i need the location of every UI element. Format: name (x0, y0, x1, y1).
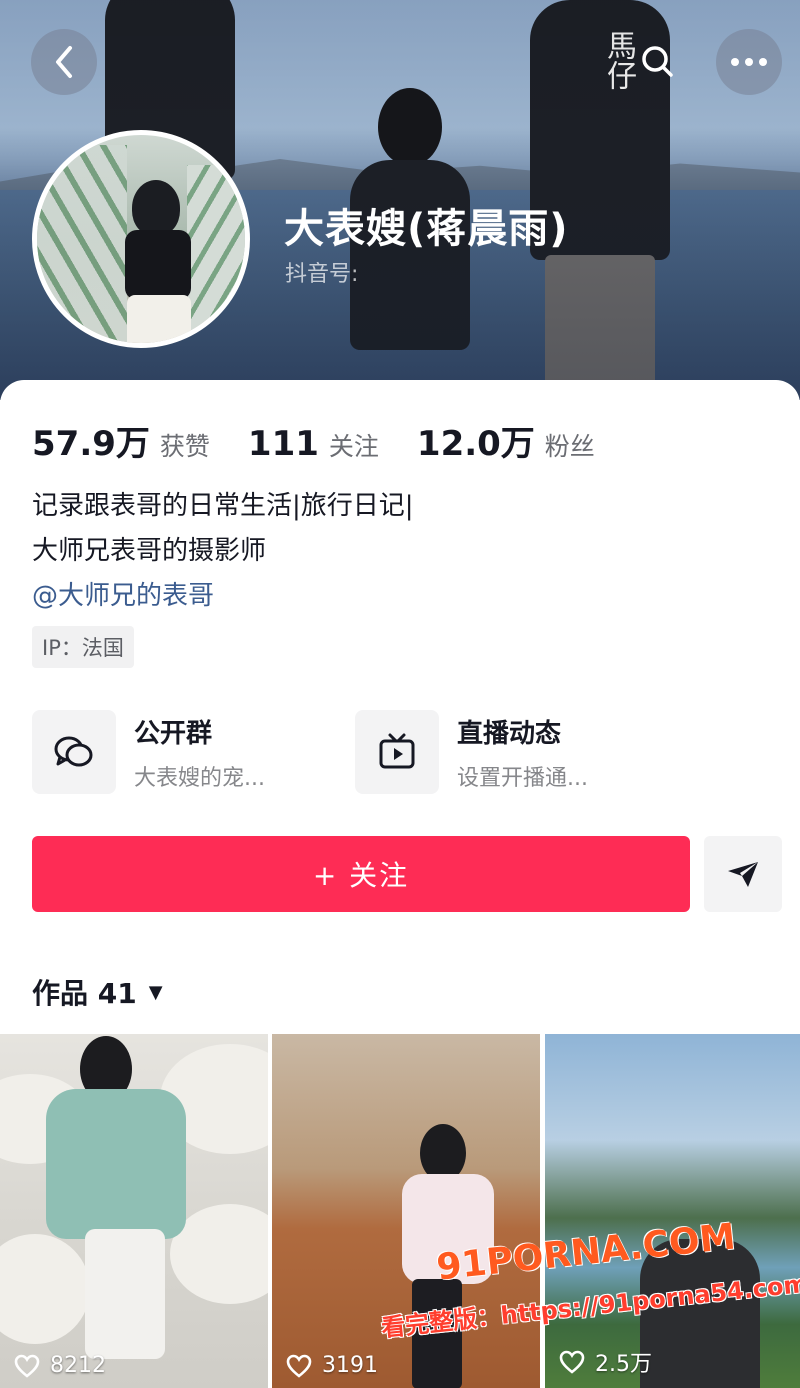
douyin-id: 抖音号: (285, 262, 359, 287)
heart-icon (286, 1354, 312, 1378)
stat-label: 获赞 (159, 432, 210, 461)
like-count-value: 3191 (322, 1353, 378, 1378)
follow-button[interactable]: + 关注 (32, 836, 690, 912)
bio-mention-link[interactable]: @大师兄的表哥 (32, 574, 414, 619)
works-tab-label: 作品 41 (32, 977, 137, 1010)
search-icon (642, 46, 673, 77)
bio-line: 记录跟表哥的日常生活|旅行日记| (32, 491, 414, 521)
avatar[interactable] (32, 130, 250, 348)
like-count-value: 2.5万 (595, 1352, 652, 1377)
stat-value: 57.9万 (32, 424, 150, 464)
feature-subtitle: 设置开播通... (457, 765, 588, 791)
send-icon (728, 862, 758, 887)
chevron-left-icon (56, 46, 72, 78)
public-group-entry[interactable]: 公开群 大表嫂的宠... (32, 710, 265, 794)
stat-value: 12.0万 (416, 424, 535, 464)
bio: 记录跟表哥的日常生活|旅行日记| 大师兄表哥的摄影师 @大师兄的表哥 (32, 484, 414, 619)
stat-value: 111 (247, 424, 319, 464)
live-updates-entry[interactable]: 直播动态 设置开播通... (355, 710, 588, 794)
video-thumbnail[interactable]: 8212 (0, 1034, 268, 1388)
ip-location-tag: IP：法国 (32, 626, 134, 668)
group-chat-icon (32, 710, 116, 794)
share-button[interactable] (704, 836, 782, 912)
profile-name: 大表嫂(蒋晨雨) (284, 206, 569, 252)
tab-works[interactable]: 作品 41 ▼ (32, 972, 163, 1012)
stat-followers[interactable]: 12.0万 粉丝 (417, 416, 595, 465)
stat-label: 粉丝 (544, 432, 595, 461)
more-dots-icon (731, 58, 767, 66)
feature-title: 直播动态 (457, 718, 562, 749)
like-count: 8212 (14, 1353, 106, 1378)
search-button[interactable] (625, 29, 691, 95)
video-thumbnail[interactable]: 2.5万 (545, 1034, 800, 1388)
feature-subtitle: 大表嫂的宠... (134, 765, 265, 791)
tv-icon (355, 710, 439, 794)
like-count: 3191 (286, 1353, 378, 1378)
stat-likes: 57.9万 获赞 (32, 416, 210, 465)
stats-row: 57.9万 获赞 111 关注 12.0万 粉丝 (32, 416, 633, 465)
bio-line: 大师兄表哥的摄影师 (32, 536, 267, 566)
stat-following[interactable]: 111 关注 (248, 424, 379, 464)
heart-icon (559, 1350, 585, 1374)
feature-title: 公开群 (134, 718, 213, 749)
like-count-value: 8212 (50, 1353, 106, 1378)
heart-icon (14, 1354, 40, 1378)
caret-down-icon: ▼ (148, 981, 163, 1003)
more-button[interactable] (716, 29, 782, 95)
stat-label: 关注 (328, 432, 379, 461)
back-button[interactable] (31, 29, 97, 95)
like-count: 2.5万 (559, 1346, 652, 1378)
